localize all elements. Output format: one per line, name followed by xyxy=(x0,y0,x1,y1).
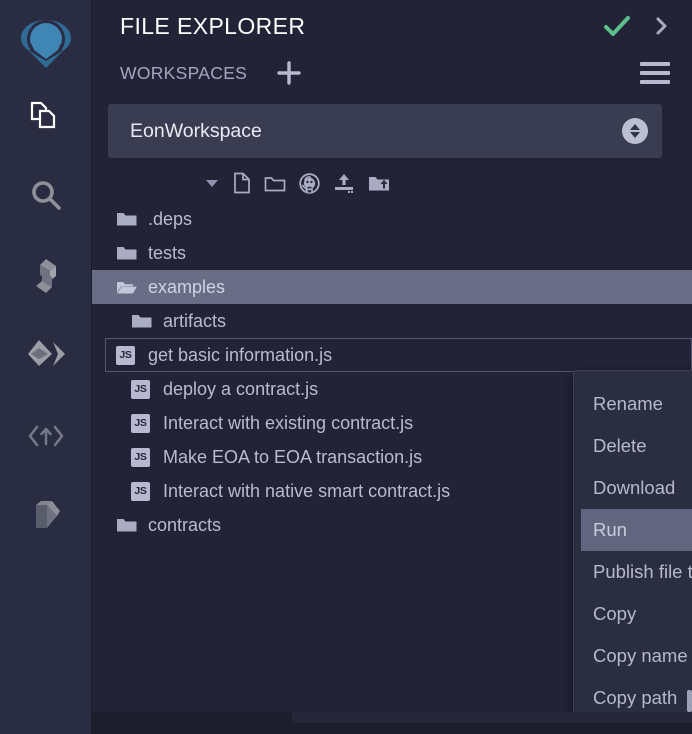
page-title: FILE EXPLORER xyxy=(120,12,306,39)
context-menu-item-rename[interactable]: Rename xyxy=(574,383,692,425)
tree-row-label: contracts xyxy=(148,514,222,535)
activity-rail xyxy=(0,0,92,734)
tree-row-label: examples xyxy=(148,276,226,297)
check-icon[interactable] xyxy=(602,14,632,38)
new-folder-icon[interactable] xyxy=(264,173,286,193)
js-file-icon: JS xyxy=(131,379,157,399)
panel-header: FILE EXPLORER xyxy=(92,0,692,52)
tree-row-label: get basic information.js xyxy=(148,344,333,365)
sidebar-item-solidity-compiler[interactable] xyxy=(0,236,92,316)
sidebar-item-plugin-manager[interactable] xyxy=(0,476,92,556)
search-icon xyxy=(27,177,65,215)
context-menu-item-delete[interactable]: Delete xyxy=(574,425,692,467)
file-explorer-panel: FILE EXPLORER WORKSPACES EonWorkspace .d… xyxy=(92,0,692,734)
context-menu-item-publish-file-to-gist[interactable]: Publish file to gist xyxy=(574,551,692,593)
folder-closed-icon xyxy=(116,244,142,262)
tree-row-label: artifacts xyxy=(163,310,227,331)
context-menu-item-copy[interactable]: Copy xyxy=(574,593,692,635)
tree-row[interactable]: .deps xyxy=(92,202,692,236)
tree-row-label: Interact with native smart contract.js xyxy=(163,480,451,501)
bottom-strip-segment xyxy=(292,712,692,723)
js-file-icon: JS xyxy=(131,447,157,467)
workspaces-label: WORKSPACES xyxy=(120,62,248,83)
github-icon[interactable] xyxy=(299,172,320,194)
js-file-icon: JS xyxy=(116,345,142,365)
context-menu-item-download[interactable]: Download xyxy=(574,467,692,509)
plus-icon[interactable] xyxy=(275,59,303,87)
context-menu: Rename Delete Download Run Publish file … xyxy=(573,370,692,728)
js-file-icon: JS xyxy=(131,413,157,433)
vertical-scrollbar-thumb[interactable] xyxy=(687,690,692,712)
tree-row-label: tests xyxy=(148,242,187,263)
sidebar-item-file-explorer[interactable] xyxy=(0,76,92,156)
workspaces-header: WORKSPACES xyxy=(92,52,692,94)
solidity-icon xyxy=(29,257,63,295)
chevron-right-icon[interactable] xyxy=(654,15,670,37)
caret-down-icon[interactable] xyxy=(204,176,220,190)
sidebar-item-search[interactable] xyxy=(0,156,92,236)
tree-row-label: deploy a contract.js xyxy=(163,378,319,399)
code-arrow-icon xyxy=(26,421,66,451)
js-file-icon: JS xyxy=(131,481,157,501)
tree-row[interactable]: artifacts xyxy=(92,304,692,338)
context-menu-item-copy-name[interactable]: Copy name xyxy=(574,635,692,677)
remix-logo[interactable] xyxy=(12,8,80,76)
sidebar-item-deploy-run[interactable] xyxy=(0,316,92,396)
tree-row-focused[interactable]: JS get basic information.js xyxy=(105,338,692,372)
workspace-select[interactable]: EonWorkspace xyxy=(108,104,662,158)
files-icon xyxy=(26,96,66,136)
tree-row-label: .deps xyxy=(148,208,193,229)
bottom-strip xyxy=(92,712,692,734)
remix-ide-window: FILE EXPLORER WORKSPACES EonWorkspace .d… xyxy=(0,0,692,734)
plugin-play-icon xyxy=(27,497,65,535)
hamburger-menu-icon[interactable] xyxy=(640,62,670,84)
new-file-icon[interactable] xyxy=(233,172,251,194)
sort-up-down-icon xyxy=(622,118,648,144)
tree-row[interactable]: tests xyxy=(92,236,692,270)
tree-row-label: Interact with existing contract.js xyxy=(163,412,414,433)
tree-row-label: Make EOA to EOA transaction.js xyxy=(163,446,423,467)
context-menu-item-run[interactable]: Run xyxy=(581,509,692,551)
folder-upload-icon[interactable] xyxy=(368,173,390,193)
folder-closed-icon xyxy=(131,312,157,330)
folder-closed-icon xyxy=(116,516,142,534)
folder-closed-icon xyxy=(116,210,142,228)
tree-toolbar xyxy=(92,158,692,200)
ethereum-deploy-icon xyxy=(25,337,67,375)
folder-open-icon xyxy=(116,278,142,296)
tree-row-selected[interactable]: examples xyxy=(92,270,692,304)
workspace-select-value: EonWorkspace xyxy=(130,119,262,142)
sidebar-item-debugger[interactable] xyxy=(0,396,92,476)
upload-icon[interactable] xyxy=(333,172,355,194)
